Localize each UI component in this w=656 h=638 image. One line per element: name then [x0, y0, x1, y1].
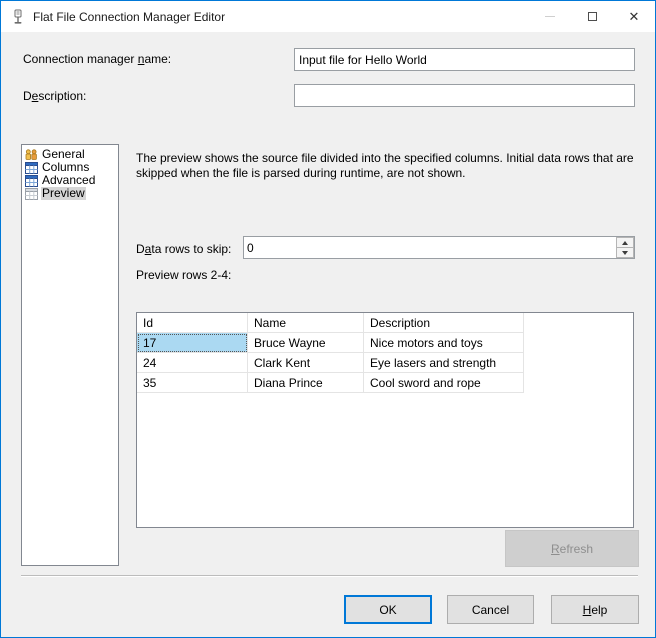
advanced-icon: [25, 174, 38, 187]
pages-tree: General Columns Advanced Preview: [21, 144, 119, 566]
spinner-up-icon[interactable]: [616, 237, 634, 248]
tree-item-label: Preview: [41, 186, 86, 200]
close-icon[interactable]: ✕: [613, 1, 655, 32]
footer-divider: [21, 575, 638, 577]
spinner-down-icon[interactable]: [616, 248, 634, 258]
preview-grid-panel: Id Name Description 17 Bruce Wayne Nice …: [136, 312, 634, 528]
data-rows-to-skip-label: Data rows to skip:: [136, 242, 232, 256]
preview-grid: Id Name Description 17 Bruce Wayne Nice …: [137, 313, 524, 393]
maximize-icon[interactable]: [571, 1, 613, 32]
column-header-id[interactable]: Id: [137, 313, 248, 333]
cell-id[interactable]: 24: [137, 353, 248, 373]
flat-file-connection-icon: [14, 9, 22, 24]
caption-buttons: ✕: [529, 1, 655, 32]
column-header-description[interactable]: Description: [364, 313, 524, 333]
cell-description[interactable]: Eye lasers and strength: [364, 353, 524, 373]
spinner: [616, 237, 634, 258]
refresh-button[interactable]: Refresh: [505, 530, 639, 567]
cell-description[interactable]: Nice motors and toys: [364, 333, 524, 353]
connection-manager-name-label: Connection manager name:: [23, 52, 172, 66]
cell-id[interactable]: 35: [137, 373, 248, 393]
connection-manager-name-input[interactable]: [294, 48, 635, 71]
column-header-name[interactable]: Name: [248, 313, 364, 333]
description-label: Description:: [23, 89, 87, 103]
tree-item-preview[interactable]: Preview: [22, 187, 118, 200]
cell-name[interactable]: Clark Kent: [248, 353, 364, 373]
description-input[interactable]: [294, 84, 635, 107]
table-row: 17 Bruce Wayne Nice motors and toys: [137, 333, 524, 353]
cell-id[interactable]: 17: [137, 333, 248, 353]
preview-description-text: The preview shows the source file divide…: [136, 151, 634, 180]
help-button[interactable]: Help: [551, 595, 639, 624]
cell-description[interactable]: Cool sword and rope: [364, 373, 524, 393]
data-rows-to-skip-input[interactable]: [244, 237, 616, 258]
general-icon: [25, 148, 37, 160]
columns-icon: [25, 161, 38, 174]
cell-name[interactable]: Bruce Wayne: [248, 333, 364, 353]
cell-name[interactable]: Diana Prince: [248, 373, 364, 393]
grid-header-row: Id Name Description: [137, 313, 524, 333]
preview-icon: [25, 187, 38, 200]
flat-file-connection-manager-dialog: Flat File Connection Manager Editor ✕ Co…: [0, 0, 656, 638]
minimize-icon: [529, 1, 571, 32]
window-title: Flat File Connection Manager Editor: [33, 9, 226, 24]
table-row: 35 Diana Prince Cool sword and rope: [137, 373, 524, 393]
data-rows-to-skip-field: [243, 236, 635, 259]
cancel-button[interactable]: Cancel: [447, 595, 534, 624]
table-row: 24 Clark Kent Eye lasers and strength: [137, 353, 524, 373]
title-bar: Flat File Connection Manager Editor ✕: [1, 1, 655, 32]
ok-button[interactable]: OK: [344, 595, 432, 624]
preview-rows-label: Preview rows 2-4:: [136, 268, 232, 282]
